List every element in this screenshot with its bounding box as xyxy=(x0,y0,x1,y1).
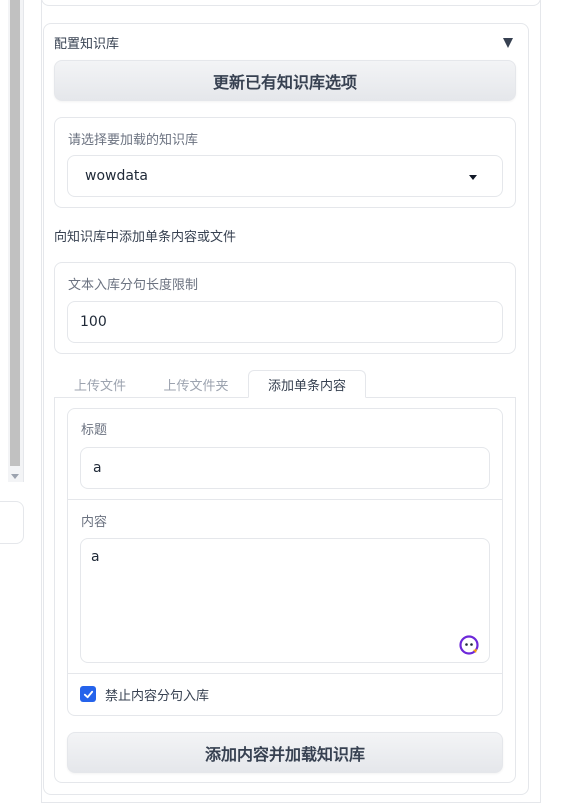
left-panel-box xyxy=(0,501,24,544)
kb-select-dropdown[interactable]: wowdata xyxy=(67,155,503,197)
accordion-title[interactable]: 配置知识库 xyxy=(54,33,119,52)
left-scrollbar[interactable] xyxy=(8,0,24,482)
form-divider xyxy=(68,499,502,500)
form-divider xyxy=(68,673,502,674)
assistant-icon[interactable] xyxy=(459,635,479,655)
title-input[interactable]: a xyxy=(80,447,490,489)
tab-add-single-content[interactable]: 添加单条内容 xyxy=(248,370,366,398)
scroll-down-arrow-icon[interactable] xyxy=(11,474,19,479)
add-content-section-label: 向知识库中添加单条内容或文件 xyxy=(54,230,237,245)
sentence-limit-label: 文本入库分句长度限制 xyxy=(68,278,199,293)
kb-select-label: 请选择要加载的知识库 xyxy=(68,133,199,148)
accordion-toggle-icon[interactable] xyxy=(503,38,513,48)
tab-upload-folder[interactable]: 上传文件夹 xyxy=(150,370,242,398)
checkmark-icon xyxy=(83,690,93,698)
title-value: a xyxy=(93,460,102,476)
left-scrollbar-thumb[interactable] xyxy=(10,0,20,466)
no-split-label[interactable]: 禁止内容分句入库 xyxy=(105,685,209,704)
kb-select-value: wowdata xyxy=(85,168,148,184)
no-split-checkbox[interactable] xyxy=(80,686,96,702)
sentence-limit-value: 100 xyxy=(80,314,107,330)
tab-upload-file[interactable]: 上传文件 xyxy=(60,370,140,398)
update-kb-options-button[interactable]: 更新已有知识库选项 xyxy=(54,60,516,101)
dropdown-caret-icon[interactable] xyxy=(469,175,477,180)
content-value: a xyxy=(91,549,100,565)
title-label: 标题 xyxy=(81,423,108,438)
add-content-button[interactable]: 添加内容并加载知识库 xyxy=(67,732,503,773)
sentence-limit-input[interactable]: 100 xyxy=(67,301,503,343)
content-textarea[interactable]: a xyxy=(80,538,490,663)
content-label: 内容 xyxy=(81,515,108,530)
